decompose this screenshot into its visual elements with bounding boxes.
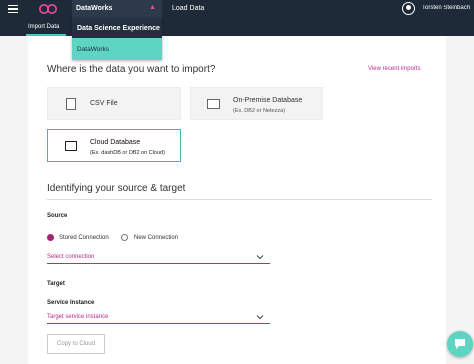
top-bar: DataWorks ▲ Load Data Torsten Steinbach xyxy=(0,0,474,18)
ibm-logo-icon[interactable] xyxy=(38,3,58,15)
card-title: On-Premise Database xyxy=(233,97,303,104)
source-label: Source xyxy=(47,213,68,219)
tab-import-data[interactable]: Import Data xyxy=(28,24,59,30)
database-icon xyxy=(65,141,77,151)
copy-to-cloud-button[interactable]: Copy to Cloud xyxy=(47,334,105,354)
view-recent-imports-link[interactable]: View recent imports xyxy=(368,66,421,72)
file-icon xyxy=(66,98,76,110)
service-instance-select[interactable]: Target service instance xyxy=(47,312,270,324)
target-label: Target xyxy=(47,281,65,287)
service-instance-select-placeholder: Target service instance xyxy=(47,314,109,320)
source-card-on-premise[interactable]: On-Premise Database (Ex. DB2 or Netezza) xyxy=(190,87,323,120)
chat-bubble-icon xyxy=(455,339,465,349)
source-card-csv[interactable]: CSV File xyxy=(47,87,181,120)
import-heading: Where is the data you want to import? xyxy=(47,64,216,75)
stored-connection-radio[interactable] xyxy=(47,234,54,241)
stored-connection-label[interactable]: Stored Connection xyxy=(59,235,109,241)
chevron-down-icon xyxy=(256,255,264,260)
connection-select[interactable]: Select connection xyxy=(47,252,270,264)
new-connection-radio[interactable] xyxy=(121,234,128,241)
card-subtitle: (Ex. dashDB or DB2 on Cloud) xyxy=(90,150,165,156)
card-title: Cloud Database xyxy=(90,139,141,146)
server-icon xyxy=(207,99,220,109)
dropdown-item-dataworks[interactable]: DataWorks xyxy=(72,38,162,60)
chevron-up-icon: ▲ xyxy=(149,4,156,11)
chevron-down-icon xyxy=(256,315,264,320)
user-avatar-icon[interactable] xyxy=(402,2,415,15)
app-switcher-label: DataWorks xyxy=(76,5,113,12)
user-name[interactable]: Torsten Steinbach xyxy=(422,5,474,11)
app-switcher-menu[interactable]: DataWorks ▲ xyxy=(72,0,162,18)
source-card-cloud-database[interactable]: Cloud Database (Ex. dashDB or DB2 on Clo… xyxy=(47,129,181,162)
service-instance-label: Service Instance xyxy=(47,300,95,306)
hamburger-menu-icon[interactable] xyxy=(8,5,18,14)
new-connection-label[interactable]: New Connection xyxy=(134,235,178,241)
dropdown-item-data-science-experience[interactable]: Data Science Experience xyxy=(72,18,162,38)
chat-button[interactable] xyxy=(447,331,473,357)
nav-load-data[interactable]: Load Data xyxy=(172,5,204,12)
section-divider xyxy=(47,199,432,200)
connection-select-placeholder: Select connection xyxy=(47,254,95,260)
identify-heading: Identifying your source & target xyxy=(47,183,186,194)
app-switcher-dropdown: Data Science Experience DataWorks xyxy=(72,18,162,60)
card-title: CSV File xyxy=(90,100,118,107)
card-subtitle: (Ex. DB2 or Netezza) xyxy=(233,108,285,114)
